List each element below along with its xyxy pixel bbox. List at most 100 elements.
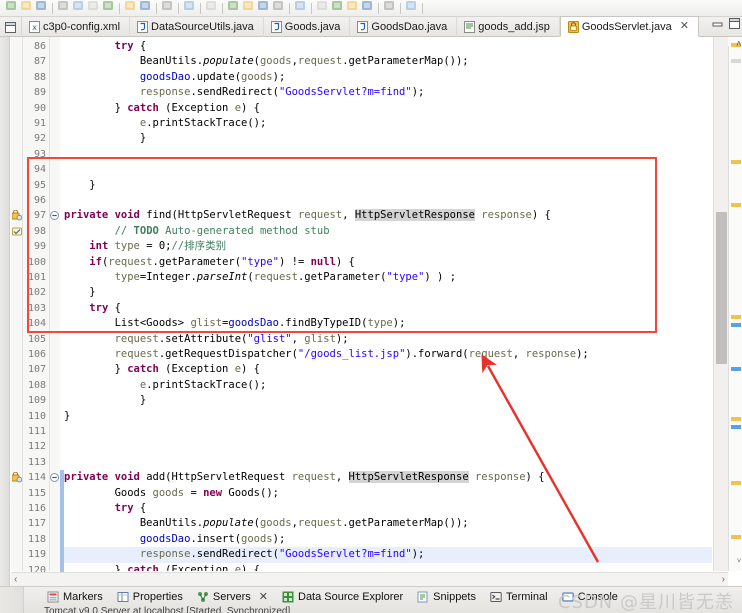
code-line[interactable]: } [64,285,95,300]
code-line[interactable]: int type = 0;//排序类别 [64,239,226,254]
code-line[interactable]: response.sendRedirect("GoodsServlet?m=fi… [64,547,425,562]
code-line[interactable]: } [64,131,146,146]
server-list-entry[interactable]: Tomcat v9.0 Server at localhost [Started… [44,606,290,613]
editor-tab-goods-add-jsp[interactable]: goods_add.jsp [457,17,560,37]
java-perspective-icon[interactable] [271,0,286,13]
coverage-icon[interactable] [382,0,397,13]
fold-collapse-icon[interactable] [50,211,59,221]
open-type-icon[interactable] [138,0,153,13]
warning-marker-icon[interactable] [11,210,23,221]
build-icon[interactable] [101,0,116,13]
editor-horizontal-scrollbar[interactable]: ‹ › [11,572,728,586]
new-wizard-icon[interactable] [256,0,271,13]
code-line[interactable]: type=Integer.parseInt(request.getParamet… [64,270,456,285]
code-line[interactable]: goodsDao.insert(goods); [64,532,285,547]
back-icon[interactable] [182,0,197,13]
view-tab-servers[interactable]: Servers ✕ [190,588,275,605]
external-tools-icon[interactable] [71,0,86,13]
view-tab-markers[interactable]: Markers [40,588,110,605]
debug-icon[interactable] [34,0,49,13]
warning-marker-icon[interactable] [11,471,23,483]
code-line[interactable]: } catch (Exception e) { [64,362,260,377]
code-line[interactable]: } [64,393,146,408]
overview-warning-mark[interactable] [731,203,741,207]
annotation-ruler[interactable] [11,37,23,571]
code-line[interactable]: BeanUtils.populate(goods,request.getPara… [64,516,469,531]
overview-occurrence-mark[interactable] [731,367,741,371]
hscroll-right-arrow[interactable]: › [722,574,725,585]
code-line[interactable]: BeanUtils.populate(goods,request.getPara… [64,54,469,69]
filter-icon[interactable] [315,0,330,13]
code-line[interactable]: try { [64,501,147,516]
code-line[interactable]: goodsDao.update(goods); [64,70,285,85]
save-icon[interactable] [86,0,101,13]
code-line[interactable]: private void add(HttpServletRequest requ… [64,470,545,485]
xml-file-icon: x [29,21,40,33]
code-line[interactable]: Goods goods = new Goods(); [64,486,279,501]
editor-tab-goodsdao-java[interactable]: GoodsDao.java [350,17,458,37]
view-tab-properties[interactable]: Properties [110,588,190,605]
code-editor[interactable]: 86 87 88 89 90 91 92 93 94 95 96 97 98 99 100 101 102 103… [0,37,742,613]
code-line[interactable]: // TODO Auto-generated method stub [64,224,330,239]
last-edit-icon[interactable] [241,0,256,13]
code-line[interactable]: request.getRequestDispatcher("/goods_lis… [64,347,589,362]
editor-tab-c3p0-config-xml[interactable]: x c3p0-config.xml [22,17,131,37]
code-line[interactable]: } catch (Exception e) { [64,101,260,116]
overview-occurrence-mark[interactable] [731,59,741,63]
code-line[interactable]: private void find(HttpServletRequest req… [64,208,551,223]
link-icon[interactable] [293,0,308,13]
search-icon[interactable] [123,0,138,13]
overview-warning-mark[interactable] [731,481,741,485]
pointer-icon[interactable] [4,0,19,13]
debug-icon[interactable] [360,0,375,13]
maximize-editor-icon[interactable] [729,18,740,29]
overview-ruler[interactable] [728,37,742,571]
code-line[interactable]: try { [64,39,147,54]
code-line[interactable]: if(request.getParameter("type") != null)… [64,255,355,270]
code-line[interactable]: } [64,409,70,424]
code-line[interactable]: request.setAttribute("glist", glist); [64,332,349,347]
overview-occurrence-mark[interactable] [731,323,741,327]
editor-tab-close-icon[interactable]: ✕ [680,21,689,32]
coverage-icon[interactable] [56,0,71,13]
editor-vertical-scrollbar[interactable] [713,37,728,571]
vertical-scroll-thumb[interactable] [716,212,727,364]
prev-annotation-icon[interactable] [226,0,241,13]
editor-tab-goodsservlet-java[interactable]: GoodsServlet.java ✕ [559,16,699,37]
run-icon[interactable] [345,0,360,13]
view-tab-snippets[interactable]: Snippets [410,588,483,605]
view-tab-terminal[interactable]: Terminal [483,588,555,605]
overview-occurrence-mark[interactable] [731,425,741,429]
folding-ruler[interactable] [50,37,60,571]
run-icon[interactable] [19,0,34,13]
quickfix-bulb-icon[interactable] [12,226,22,237]
overview-warning-mark[interactable] [731,417,741,421]
code-text-area[interactable]: try { BeanUtils.populate(goods,request.g… [64,37,712,571]
editor-tab-label: c3p0-config.xml [43,21,121,33]
overview-up-arrow[interactable]: ʌ [737,38,742,48]
overview-warning-mark[interactable] [731,535,741,539]
code-line[interactable]: e.printStackTrace(); [64,378,266,393]
editor-tab-datasourceutils-java[interactable]: DataSourceUtils.java [130,17,264,37]
minimize-editor-icon[interactable] [712,18,723,29]
code-line[interactable]: } [64,178,95,193]
fold-collapse-icon[interactable] [50,473,59,483]
code-line[interactable]: List<Goods> glist=goodsDao.findByTypeID(… [64,316,406,331]
forward-icon[interactable] [160,0,175,13]
overview-warning-mark[interactable] [731,160,741,164]
hscroll-left-arrow[interactable]: ‹ [14,574,17,585]
line-number: 108 [27,379,46,391]
restore-view-icon[interactable] [0,17,22,37]
code-line[interactable]: response.sendRedirect("GoodsServlet?m=fi… [64,85,425,100]
next-annotation-icon[interactable] [204,0,219,13]
view-tab-data-source-explorer[interactable]: Data Source Explorer [275,588,410,605]
pointer-icon[interactable] [330,0,345,13]
view-tab-close-icon[interactable]: ✕ [259,590,268,603]
editor-tab-goods-java[interactable]: Goods.java [264,17,351,37]
overview-down-arrow[interactable]: ⱽ [737,557,741,568]
code-line[interactable]: try { [64,301,121,316]
external-tools-icon[interactable] [404,0,419,13]
code-line[interactable]: } catch (Exception e) { [64,563,260,571]
code-line[interactable]: e.printStackTrace(); [64,116,266,131]
overview-warning-mark[interactable] [731,315,741,319]
